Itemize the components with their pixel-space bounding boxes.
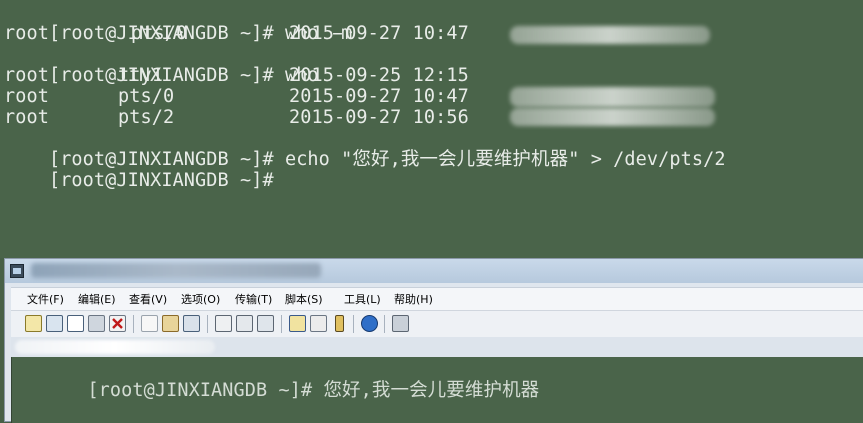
keymap-icon[interactable]	[335, 315, 344, 332]
terminal-line: root pts/2 2015-09-27 10:56	[4, 107, 854, 128]
terminal-top[interactable]: [root@JINXIANGDB ~]# who -m root pts/0 2…	[0, 0, 863, 258]
quick-connect-icon[interactable]	[46, 315, 63, 332]
menu-edit[interactable]: 编辑(E)	[78, 291, 116, 307]
time-cell: 2015-09-27 10:56	[289, 107, 469, 128]
app-icon[interactable]	[10, 264, 24, 278]
redacted-ip	[510, 87, 715, 107]
terminal-line: [root@JINXIANGDB ~]#	[4, 149, 274, 191]
menu-script[interactable]: 脚本(S)	[285, 291, 323, 307]
terminal-line: [root@JINXIANGDB ~]# echo "您好,我一会儿要维护机器"…	[4, 128, 726, 170]
print-icon[interactable]	[236, 315, 253, 332]
help-icon[interactable]	[361, 315, 378, 332]
print-setup-icon[interactable]	[215, 315, 232, 332]
prompt: [root@JINXIANGDB ~]#	[48, 170, 274, 191]
time-cell: 2015-09-25 12:15	[289, 65, 469, 86]
reconnect-icon[interactable]	[88, 315, 105, 332]
toolbar-separator	[281, 315, 282, 333]
sftp-icon[interactable]	[392, 315, 409, 332]
command: echo "您好,我一会儿要维护机器" > /dev/pts/2	[284, 149, 726, 170]
terminal-line: [root@JINXIANGDB ~]# who	[4, 44, 319, 86]
copy-icon[interactable]	[141, 315, 158, 332]
menu-bar: 文件(F) 编辑(E) 查看(V) 选项(O) 传输(T) 脚本(S) 工具(L…	[11, 287, 863, 310]
toolbar-separator	[384, 315, 385, 333]
redacted-ip	[510, 108, 715, 126]
title-bar[interactable]	[5, 259, 863, 283]
user-cell: root	[4, 86, 49, 107]
tty-cell: tty1	[118, 65, 163, 86]
terminal-line: root tty1 2015-09-25 12:15	[4, 65, 854, 86]
prompt: [root@JINXIANGDB ~]#	[87, 380, 324, 401]
global-options-icon[interactable]	[310, 315, 327, 332]
terminal-bottom[interactable]: [root@JINXIANGDB ~]# 您好,我一会儿要维护机器	[11, 357, 863, 423]
menu-help[interactable]: 帮助(H)	[394, 291, 433, 307]
menu-options[interactable]: 选项(O)	[181, 291, 220, 307]
redacted-ip	[510, 26, 710, 44]
paste-icon[interactable]	[162, 315, 179, 332]
session-tab-strip	[11, 337, 863, 357]
menu-file[interactable]: 文件(F)	[27, 291, 64, 307]
disconnect-icon[interactable]	[109, 315, 126, 332]
ssh-client-window[interactable]: 文件(F) 编辑(E) 查看(V) 选项(O) 传输(T) 脚本(S) 工具(L…	[4, 258, 863, 423]
connect-tab-icon[interactable]	[67, 315, 84, 332]
menu-transfer[interactable]: 传输(T)	[235, 291, 272, 307]
user-cell: root	[4, 107, 49, 128]
toolbar	[11, 310, 863, 338]
session-options-icon[interactable]	[289, 315, 306, 332]
menu-view[interactable]: 查看(V)	[129, 291, 167, 307]
user-cell: root	[4, 23, 49, 44]
print-screen-icon[interactable]	[257, 315, 274, 332]
redacted-window-title	[31, 263, 321, 278]
user-cell: root	[4, 65, 49, 86]
terminal-line: [root@JINXIANGDB ~]# who -m	[4, 2, 352, 44]
tty-cell: pts/2	[118, 107, 175, 128]
time-cell: 2015-09-27 10:47	[289, 23, 469, 44]
broadcast-message: 您好,我一会儿要维护机器	[323, 380, 540, 401]
menu-tools[interactable]: 工具(L)	[344, 291, 381, 307]
redacted-session-tab[interactable]	[15, 340, 215, 354]
toolbar-separator	[207, 315, 208, 333]
time-cell: 2015-09-27 10:47	[289, 86, 469, 107]
terminal-line: [root@JINXIANGDB ~]# 您好,我一会儿要维护机器	[20, 359, 539, 401]
tty-cell: pts/0	[118, 86, 175, 107]
toolbar-separator	[133, 315, 134, 333]
tty-cell: pts/0	[131, 23, 188, 44]
connect-icon[interactable]	[25, 315, 42, 332]
terminal-line: root pts/0 2015-09-27 10:47	[4, 23, 854, 44]
find-icon[interactable]	[183, 315, 200, 332]
terminal-line: root pts/0 2015-09-27 10:47	[4, 86, 854, 107]
toolbar-separator	[353, 315, 354, 333]
